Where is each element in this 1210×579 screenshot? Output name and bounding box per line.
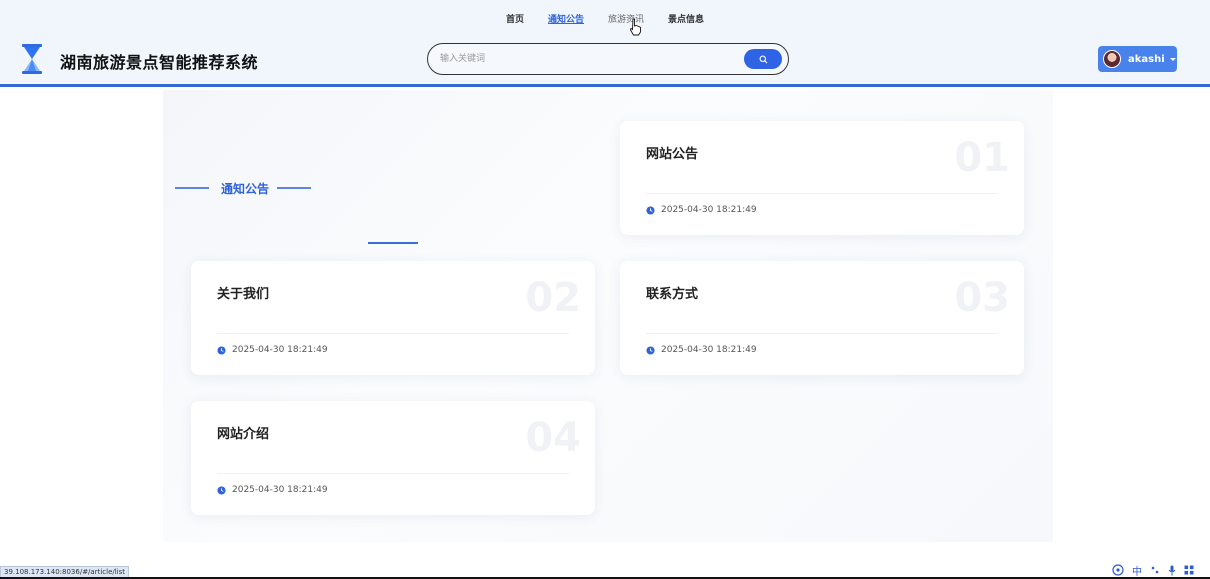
header: 首页 通知公告 旅游资讯 景点信息 湖南旅游景点智能推荐系统 akashi — [0, 0, 1210, 87]
hourglass-logo-icon — [22, 44, 42, 74]
card-time: 2025-04-30 18:21:49 — [217, 345, 328, 355]
card-title: 联系方式 — [646, 287, 699, 302]
nav-home[interactable]: 首页 — [506, 12, 524, 25]
hand-cursor-icon — [630, 18, 641, 36]
card-timestamp: 2025-04-30 18:21:49 — [661, 205, 757, 215]
notice-card-2[interactable]: 02 关于我们 2025-04-30 18:21:49 — [191, 261, 595, 375]
heading-line-right — [277, 187, 312, 189]
site-title: 湖南旅游景点智能推荐系统 — [60, 53, 259, 72]
top-nav: 首页 通知公告 旅游资讯 景点信息 — [0, 12, 1210, 25]
card-time: 2025-04-30 18:21:49 — [646, 345, 757, 355]
search-icon — [759, 55, 767, 63]
section-heading: 通知公告 — [175, 178, 315, 198]
notice-card-3[interactable]: 03 联系方式 2025-04-30 18:21:49 — [620, 261, 1024, 375]
clock-icon — [646, 205, 655, 215]
card-number: 03 — [954, 275, 1010, 321]
card-timestamp: 2025-04-30 18:21:49 — [232, 345, 328, 355]
user-menu-button[interactable]: akashi — [1098, 46, 1177, 72]
card-title: 网站公告 — [646, 147, 699, 162]
ime-language-toggle[interactable]: 中 — [1132, 563, 1142, 578]
caret-down-icon — [1169, 57, 1176, 61]
section-underline — [368, 242, 418, 244]
search-bar — [427, 43, 789, 75]
section-title: 通知公告 — [221, 181, 270, 196]
card-divider — [217, 473, 569, 474]
card-title: 网站介绍 — [217, 427, 270, 442]
avatar — [1103, 50, 1121, 68]
heading-line-left — [175, 187, 209, 189]
card-divider — [217, 333, 569, 334]
card-title: 关于我们 — [217, 287, 270, 302]
clock-icon — [217, 345, 226, 355]
card-timestamp: 2025-04-30 18:21:49 — [661, 345, 757, 355]
clock-icon — [646, 345, 655, 355]
card-number: 02 — [525, 275, 581, 321]
card-number: 01 — [954, 135, 1010, 181]
punctuation-icon[interactable] — [1150, 565, 1160, 575]
nav-scenic-info[interactable]: 景点信息 — [668, 12, 704, 25]
user-name: akashi — [1128, 53, 1165, 65]
card-timestamp: 2025-04-30 18:21:49 — [232, 485, 328, 495]
notice-card-1[interactable]: 01 网站公告 2025-04-30 18:21:49 — [620, 121, 1024, 235]
system-tray: 中 — [1112, 563, 1204, 578]
nav-notices[interactable]: 通知公告 — [548, 12, 584, 25]
card-time: 2025-04-30 18:21:49 — [217, 485, 328, 495]
search-button[interactable] — [744, 49, 782, 69]
card-number: 04 — [525, 415, 581, 461]
card-time: 2025-04-30 18:21:49 — [646, 205, 757, 215]
microphone-icon[interactable] — [1168, 565, 1176, 576]
card-divider — [646, 333, 998, 334]
notice-card-4[interactable]: 04 网站介绍 2025-04-30 18:21:49 — [191, 401, 595, 515]
ime-logo-icon[interactable] — [1112, 564, 1124, 576]
clock-icon — [217, 485, 226, 495]
apps-grid-icon[interactable] — [1184, 565, 1194, 575]
card-divider — [646, 193, 998, 194]
search-input[interactable] — [440, 51, 730, 67]
